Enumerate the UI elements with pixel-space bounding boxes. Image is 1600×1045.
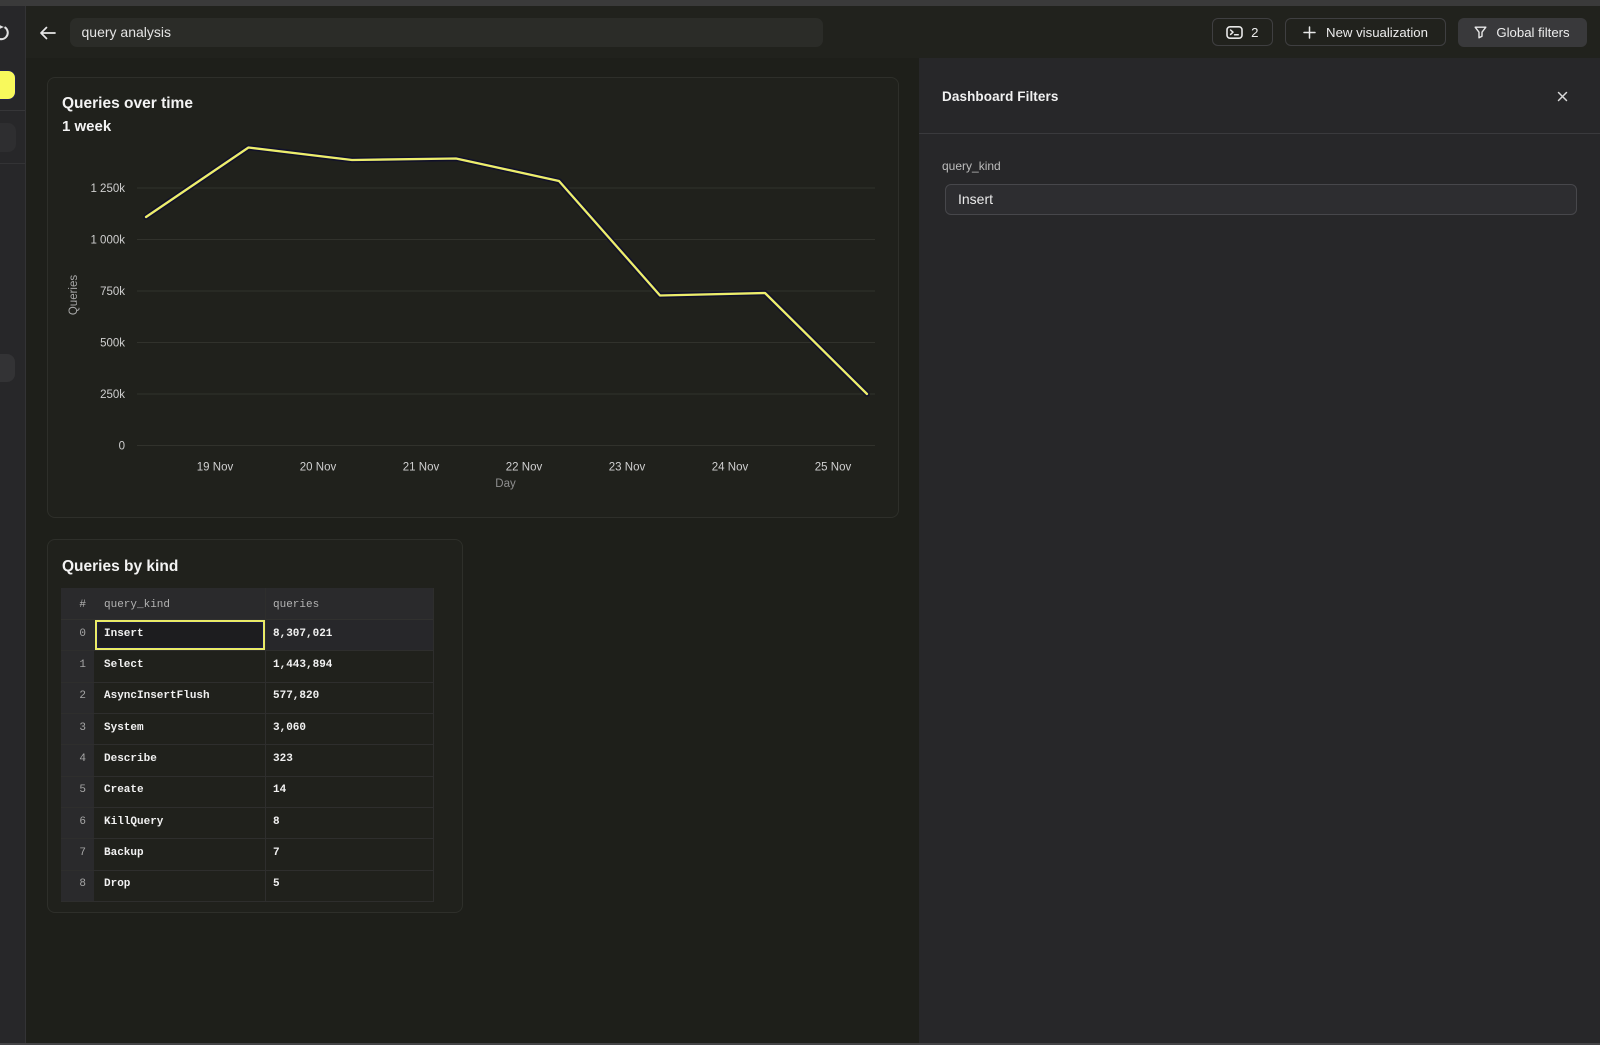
svg-text:24 Nov: 24 Nov: [712, 462, 749, 474]
svg-text:21 Nov: 21 Nov: [403, 462, 440, 474]
svg-text:1 000k: 1 000k: [90, 235, 125, 247]
svg-text:20 Nov: 20 Nov: [300, 462, 337, 474]
svg-text:19 Nov: 19 Nov: [197, 462, 234, 474]
svg-text:Day: Day: [495, 478, 516, 490]
svg-text:250k: 250k: [100, 389, 125, 401]
svg-text:22 Nov: 22 Nov: [506, 462, 543, 474]
svg-text:Queries: Queries: [68, 275, 80, 316]
svg-text:23 Nov: 23 Nov: [609, 462, 646, 474]
svg-text:25 Nov: 25 Nov: [815, 462, 852, 474]
svg-text:750k: 750k: [100, 286, 125, 298]
svg-text:0: 0: [119, 441, 125, 453]
svg-text:500k: 500k: [100, 338, 125, 350]
svg-text:1 250k: 1 250k: [90, 183, 125, 195]
